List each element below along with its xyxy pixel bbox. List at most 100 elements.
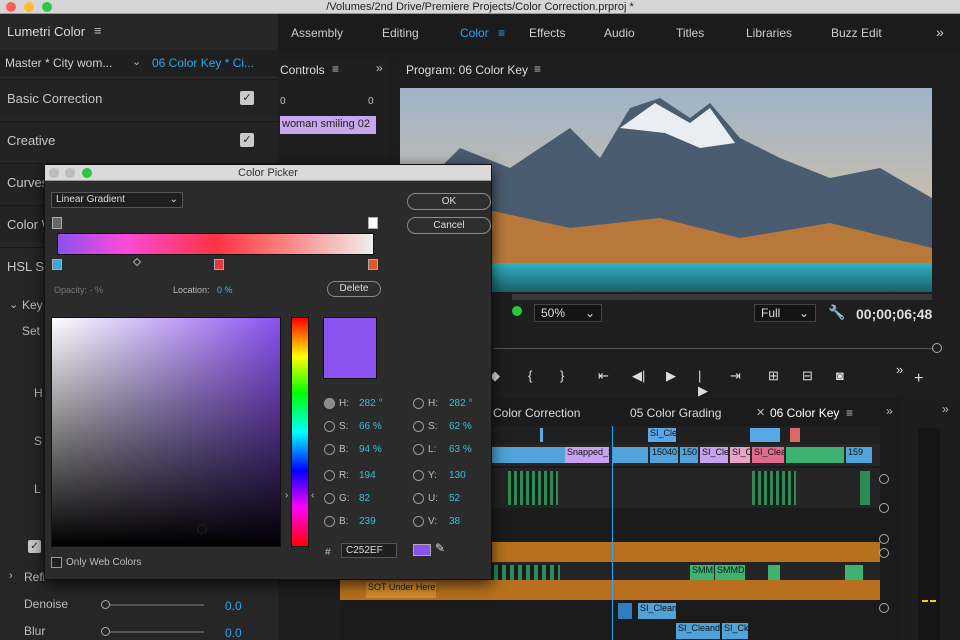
blur-value[interactable]: 0.0 bbox=[225, 626, 242, 640]
clip[interactable]: SI_C bbox=[730, 447, 750, 463]
scrub-handle[interactable] bbox=[932, 343, 942, 353]
clip[interactable] bbox=[508, 471, 558, 505]
in-point-icon[interactable]: { bbox=[528, 368, 532, 383]
rgb-b-radio[interactable] bbox=[324, 516, 335, 527]
color-stop-0[interactable] bbox=[52, 259, 62, 270]
playhead[interactable] bbox=[612, 426, 613, 640]
panel-menu-icon[interactable]: ≡ bbox=[332, 62, 339, 76]
midpoint-diamond[interactable] bbox=[132, 257, 142, 267]
delete-button[interactable]: Delete bbox=[327, 281, 381, 297]
clip[interactable]: 159 bbox=[846, 447, 872, 463]
clip[interactable] bbox=[790, 428, 800, 442]
hex-input[interactable]: C252EF bbox=[341, 543, 397, 558]
close-icon[interactable]: ✕ bbox=[756, 406, 765, 419]
clip[interactable] bbox=[750, 428, 780, 442]
gradient-bar[interactable] bbox=[57, 233, 374, 255]
zoom-select[interactable]: 50% ⌄ bbox=[534, 304, 602, 322]
hue-slider[interactable] bbox=[291, 317, 309, 547]
yuv-y-radio[interactable] bbox=[413, 470, 424, 481]
track-scroll-handle[interactable] bbox=[879, 603, 889, 613]
panel-menu-icon[interactable]: ≡ bbox=[846, 406, 853, 420]
hsb-h-radio[interactable] bbox=[324, 398, 335, 409]
chevron-down-icon[interactable]: ⌄ bbox=[132, 55, 141, 68]
clip[interactable]: SI_Clea bbox=[648, 428, 676, 442]
yuv-u-radio[interactable] bbox=[413, 493, 424, 504]
hsb-s-value[interactable]: 66 % bbox=[359, 421, 382, 432]
hsb-h-value[interactable]: 282 ° bbox=[359, 398, 382, 409]
clip[interactable] bbox=[618, 603, 632, 619]
workspace-overflow-icon[interactable]: » bbox=[936, 24, 944, 40]
clip[interactable]: SI_Clean bbox=[638, 603, 676, 619]
eyedropper-icon[interactable]: ✎ bbox=[435, 541, 445, 555]
clip[interactable]: Snapped_S bbox=[565, 447, 609, 463]
web-colors-checkbox[interactable] bbox=[51, 557, 62, 568]
quality-select[interactable]: Full ⌄ bbox=[754, 304, 816, 322]
yuv-y-value[interactable]: 130 bbox=[449, 470, 466, 481]
workspace-tab-libraries[interactable]: Libraries bbox=[746, 26, 792, 40]
clip[interactable]: SMMI bbox=[690, 565, 714, 581]
sequence-clip-select[interactable]: 06 Color Key * Ci... bbox=[152, 56, 254, 70]
color-stop-2[interactable] bbox=[368, 259, 378, 270]
opacity-stop-left[interactable] bbox=[52, 217, 62, 229]
workspace-tab-assembly[interactable]: Assembly bbox=[291, 26, 343, 40]
workspace-tab-buzz-edit[interactable]: Buzz Edit bbox=[831, 26, 882, 40]
location-value[interactable]: 0 % bbox=[217, 285, 233, 295]
track-scroll-handle[interactable] bbox=[879, 474, 889, 484]
master-clip-select[interactable]: Master * City wom... bbox=[5, 56, 112, 70]
hsb-b-radio[interactable] bbox=[324, 444, 335, 455]
yuv-v-radio[interactable] bbox=[413, 516, 424, 527]
hue-pointer-left-icon[interactable]: › bbox=[285, 490, 288, 501]
tab-06-color-key[interactable]: 06 Color Key bbox=[770, 406, 839, 420]
cancel-button[interactable]: Cancel bbox=[407, 217, 491, 234]
camera-icon[interactable]: ◙ bbox=[836, 368, 844, 383]
hsl-s-radio[interactable] bbox=[413, 421, 424, 432]
clip[interactable]: 150 bbox=[680, 447, 698, 463]
yuv-u-value[interactable]: 52 bbox=[449, 493, 460, 504]
clip[interactable]: SI_Clea bbox=[752, 447, 784, 463]
clip[interactable] bbox=[845, 565, 863, 581]
clip[interactable]: 15040 bbox=[650, 447, 678, 463]
clip[interactable] bbox=[752, 471, 796, 505]
clip[interactable] bbox=[768, 565, 780, 581]
track-scroll-handle[interactable] bbox=[879, 534, 889, 544]
hsb-b-value[interactable]: 94 % bbox=[359, 444, 382, 455]
controls-clip[interactable]: woman smiling 02 bbox=[280, 116, 376, 134]
hsl-l-radio[interactable] bbox=[413, 444, 424, 455]
yuv-v-value[interactable]: 38 bbox=[449, 516, 460, 527]
rgb-b-value[interactable]: 239 bbox=[359, 516, 376, 527]
blur-slider-handle[interactable] bbox=[101, 627, 110, 636]
add-button-icon[interactable]: + bbox=[914, 370, 923, 388]
extract-icon[interactable]: ⊟ bbox=[802, 368, 813, 384]
workspace-menu-icon[interactable]: ≡ bbox=[498, 26, 505, 40]
panel-menu-icon[interactable]: ≡ bbox=[94, 23, 102, 38]
key-checkbox[interactable]: ✓ bbox=[28, 540, 41, 553]
disclosure-icon[interactable]: › bbox=[9, 570, 13, 582]
clip[interactable]: SI_Ck bbox=[722, 623, 748, 639]
clip[interactable]: SOT Under Here bbox=[366, 582, 436, 598]
section-creative[interactable]: Creative ✓ bbox=[0, 121, 278, 159]
workspace-tab-editing[interactable]: Editing bbox=[382, 26, 419, 40]
basic-correction-checkbox[interactable]: ✓ bbox=[240, 91, 254, 105]
step-back-icon[interactable]: ◀| bbox=[632, 368, 645, 384]
section-basic-correction[interactable]: Basic Correction ✓ bbox=[0, 79, 278, 117]
denoise-value[interactable]: 0.0 bbox=[225, 599, 242, 613]
rgb-g-radio[interactable] bbox=[324, 493, 335, 504]
workspace-tab-effects[interactable]: Effects bbox=[529, 26, 565, 40]
workspace-tab-audio[interactable]: Audio bbox=[604, 26, 635, 40]
play-icon[interactable]: ▶ bbox=[666, 368, 676, 384]
meter-overflow-icon[interactable]: » bbox=[942, 402, 949, 416]
color-field-cursor[interactable] bbox=[197, 524, 207, 534]
clip[interactable] bbox=[860, 471, 870, 505]
rgb-g-value[interactable]: 82 bbox=[359, 493, 370, 504]
program-scroll[interactable] bbox=[512, 294, 932, 300]
creative-checkbox[interactable]: ✓ bbox=[240, 133, 254, 147]
step-forward-icon[interactable]: |▶ bbox=[698, 368, 708, 399]
track-scroll-handle[interactable] bbox=[879, 503, 889, 513]
scrub-bar[interactable] bbox=[494, 348, 934, 349]
panel-overflow-icon[interactable]: » bbox=[376, 61, 383, 75]
denoise-slider[interactable] bbox=[104, 604, 204, 606]
button-overflow-icon[interactable]: » bbox=[896, 362, 903, 377]
clip[interactable] bbox=[612, 447, 648, 463]
hsb-s-radio[interactable] bbox=[324, 421, 335, 432]
panel-overflow-icon[interactable]: » bbox=[886, 404, 893, 418]
